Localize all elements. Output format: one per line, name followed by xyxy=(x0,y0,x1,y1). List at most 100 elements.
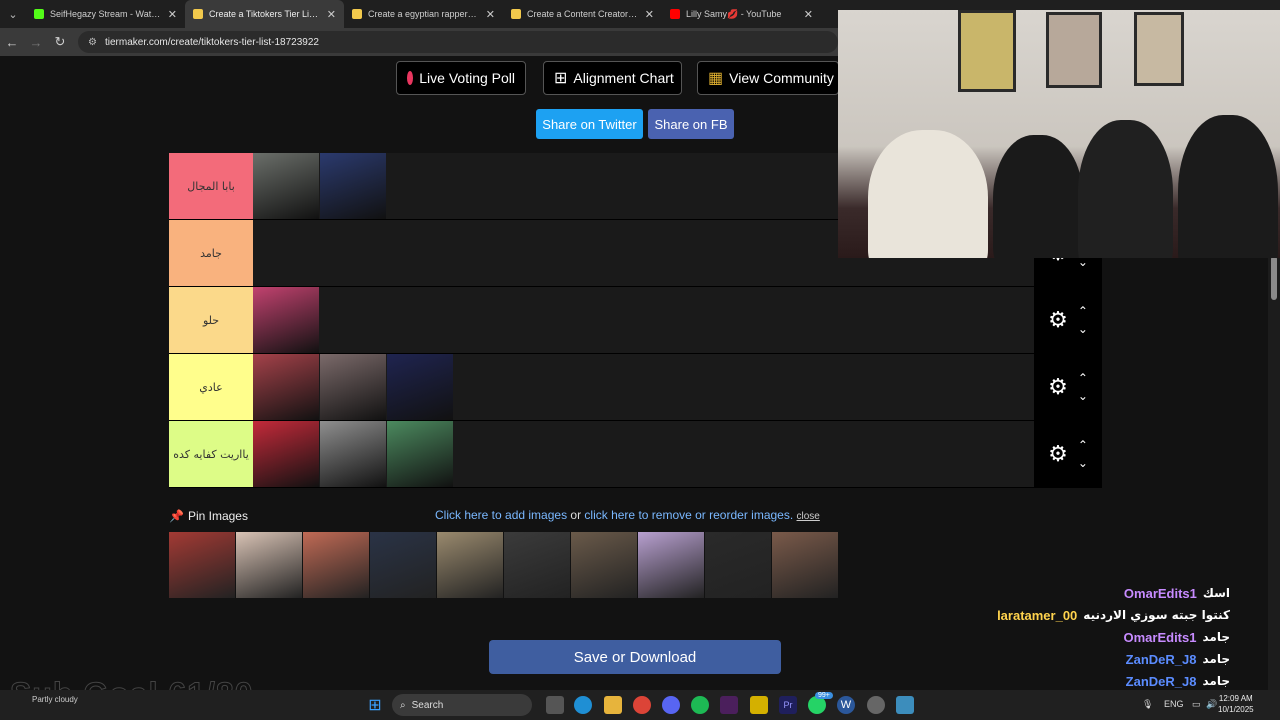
grid-icon: ⊞ xyxy=(554,70,568,87)
tab-close-icon[interactable]: ✕ xyxy=(645,8,654,21)
reload-icon[interactable]: ↻ xyxy=(48,34,72,50)
back-icon[interactable]: ← xyxy=(0,35,24,50)
move-up-icon[interactable]: ⌃ xyxy=(1078,302,1088,320)
pool-image[interactable] xyxy=(504,532,570,598)
tab-close-icon[interactable]: ✕ xyxy=(486,8,495,21)
add-images-link[interactable]: Click here to add images xyxy=(435,508,567,522)
move-down-icon[interactable]: ⌄ xyxy=(1078,320,1088,338)
move-down-icon[interactable]: ⌄ xyxy=(1078,387,1088,405)
pool-image[interactable] xyxy=(236,532,302,598)
tab-title: SeifHegazy Stream - Watch Live xyxy=(50,9,162,19)
scrollbar-thumb[interactable] xyxy=(1271,256,1277,300)
wall-frame xyxy=(1134,12,1184,86)
weather-widget[interactable]: Partly cloudy xyxy=(32,694,78,705)
task-view-icon[interactable] xyxy=(546,696,564,714)
clock-time: 12:09 AM xyxy=(1218,694,1253,703)
tab-close-icon[interactable]: ✕ xyxy=(804,8,813,21)
view-community-button[interactable]: ▦ View Community R xyxy=(697,61,839,95)
tier-image[interactable] xyxy=(387,354,453,420)
chat-username: OmarEdits1 xyxy=(1123,585,1197,601)
mic-icon[interactable]: 🎙 xyxy=(1142,699,1153,710)
pool-image[interactable] xyxy=(705,532,771,598)
tier-label[interactable]: حلو xyxy=(169,287,253,353)
streamer-figure xyxy=(993,135,1083,258)
pool-image[interactable] xyxy=(638,532,704,598)
alignment-chart-button[interactable]: ⊞ Alignment Chart xyxy=(543,61,682,95)
tier-row: يااريت كفايه كده ⚙ ⌃ ⌄ xyxy=(169,421,1102,488)
word-icon[interactable]: W xyxy=(837,696,855,714)
windows-start-icon[interactable]: ⊞ xyxy=(366,696,384,714)
browser-tab[interactable]: SeifHegazy Stream - Watch Live ✕ xyxy=(26,0,185,28)
tier-image[interactable] xyxy=(320,421,386,487)
webcam-overlay xyxy=(838,10,1280,258)
notepad-icon[interactable] xyxy=(896,696,914,714)
language-indicator[interactable]: ENG xyxy=(1164,699,1184,709)
tab-close-icon[interactable]: ✕ xyxy=(168,8,177,21)
pool-image[interactable] xyxy=(772,532,838,598)
app-icon[interactable] xyxy=(867,696,885,714)
save-download-button[interactable]: Save or Download xyxy=(489,640,781,674)
tier-image[interactable] xyxy=(253,287,319,353)
site-info-icon[interactable]: ⚙ xyxy=(88,37,97,48)
tab-close-icon[interactable]: ✕ xyxy=(327,8,336,21)
premiere-pro-icon[interactable]: Pr xyxy=(779,696,797,714)
share-fb-button[interactable]: Share on FB xyxy=(648,109,734,139)
pin-icon[interactable]: 📌 xyxy=(169,509,184,523)
chat-text: جامد xyxy=(1202,630,1230,644)
tier-label[interactable]: بابا المجال xyxy=(169,153,253,219)
pool-image[interactable] xyxy=(303,532,369,598)
remove-reorder-link[interactable]: click here to remove or reorder images. xyxy=(584,508,793,522)
weather-desc: Partly cloudy xyxy=(32,695,78,704)
taskbar-search[interactable]: ⌕ Search xyxy=(392,694,532,716)
tier-image[interactable] xyxy=(253,153,319,219)
pool-image[interactable] xyxy=(437,532,503,598)
close-link[interactable]: close xyxy=(797,511,820,522)
browser-tab[interactable]: Create a Tiktokers Tier List - Tie ✕ xyxy=(185,0,344,28)
tier-controls: ⚙ ⌃⌄ xyxy=(1034,287,1102,353)
pool-image[interactable] xyxy=(169,532,235,598)
tier-label[interactable]: يااريت كفايه كده xyxy=(169,421,253,487)
share-twitter-button[interactable]: Share on Twitter xyxy=(536,109,643,139)
tier-image[interactable] xyxy=(320,354,386,420)
tier-label[interactable]: جامد xyxy=(169,220,253,286)
move-up-icon[interactable]: ⌃ xyxy=(1078,436,1088,454)
chat-username: OmarEdits1 xyxy=(1123,629,1197,645)
taskbar-clock[interactable]: 12:09 AM 10/1/2025 xyxy=(1218,693,1254,715)
chat-message: ZanDeR_J8 جامد xyxy=(990,648,1230,670)
move-down-icon[interactable]: ⌄ xyxy=(1078,454,1088,472)
live-voting-button[interactable]: Live Voting Poll xyxy=(396,61,526,95)
tier-image[interactable] xyxy=(253,421,319,487)
tier-image[interactable] xyxy=(253,354,319,420)
gear-icon[interactable]: ⚙ xyxy=(1048,307,1068,333)
forward-icon[interactable]: → xyxy=(24,35,48,50)
address-bar[interactable]: ⚙ tiermaker.com/create/tiktokers-tier-li… xyxy=(78,31,838,53)
premiere-icon-purple[interactable] xyxy=(720,696,738,714)
browser-tab[interactable]: Create a Content Creator Egypt ✕ xyxy=(503,0,662,28)
clock-date: 10/1/2025 xyxy=(1218,705,1254,714)
network-icon[interactable]: ▭ xyxy=(1192,699,1201,710)
reorder-arrows: ⌃⌄ xyxy=(1078,436,1088,472)
chrome-icon[interactable] xyxy=(633,696,651,714)
spotify-icon[interactable] xyxy=(691,696,709,714)
tier-image[interactable] xyxy=(320,153,386,219)
file-explorer-icon[interactable] xyxy=(604,696,622,714)
discord-icon[interactable] xyxy=(662,696,680,714)
tier-controls: ⚙ ⌃⌄ xyxy=(1034,354,1102,420)
file-icon[interactable] xyxy=(750,696,768,714)
gear-icon[interactable]: ⚙ xyxy=(1048,374,1068,400)
move-up-icon[interactable]: ⌃ xyxy=(1078,369,1088,387)
tab-favicon-icon xyxy=(352,9,362,19)
taskbar-search-label: Search xyxy=(411,699,444,711)
wall-frame xyxy=(958,10,1016,92)
browser-tab[interactable]: Lilly Samy💋 - YouTube ✕ xyxy=(662,0,821,28)
volume-icon[interactable]: 🔊 xyxy=(1206,699,1217,710)
gear-icon[interactable]: ⚙ xyxy=(1048,441,1068,467)
pool-image[interactable] xyxy=(571,532,637,598)
tier-row: عادي ⚙ ⌃ ⌄ xyxy=(169,354,1102,421)
edge-icon[interactable] xyxy=(574,696,592,714)
browser-tab[interactable]: Create a egyptian rappers Tier L ✕ xyxy=(344,0,503,28)
tier-image[interactable] xyxy=(387,421,453,487)
tier-label[interactable]: عادي xyxy=(169,354,253,420)
tab-search-chevron-icon[interactable]: ⌄ xyxy=(0,0,26,28)
pool-image[interactable] xyxy=(370,532,436,598)
